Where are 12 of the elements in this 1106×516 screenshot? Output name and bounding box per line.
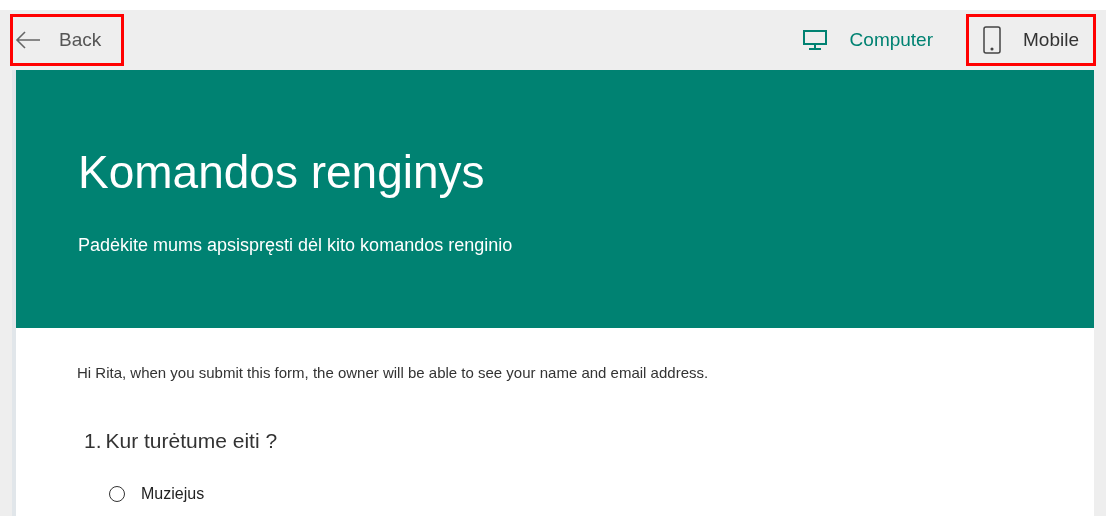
back-button[interactable]: Back: [10, 14, 125, 66]
monitor-icon: [801, 30, 828, 50]
radio-option[interactable]: Muziejus: [77, 482, 1094, 506]
privacy-notice: Hi Rita, when you submit this form, the owner will be able to see your name and email address.: [77, 363, 710, 383]
view-button[interactable]: Mobile: [966, 14, 1096, 66]
view-button[interactable]: Computer: [784, 14, 950, 66]
form-subtitle: Padėkite mums apsispręsti dėl kito komandos renginio: [78, 233, 514, 257]
question-number: 1.: [84, 427, 102, 454]
back-arrow-icon: [15, 30, 41, 50]
phone-icon: [983, 26, 1001, 54]
question-text: Kur turėtume eiti ?: [105, 427, 278, 454]
form-title: Komandos renginys: [78, 145, 486, 200]
